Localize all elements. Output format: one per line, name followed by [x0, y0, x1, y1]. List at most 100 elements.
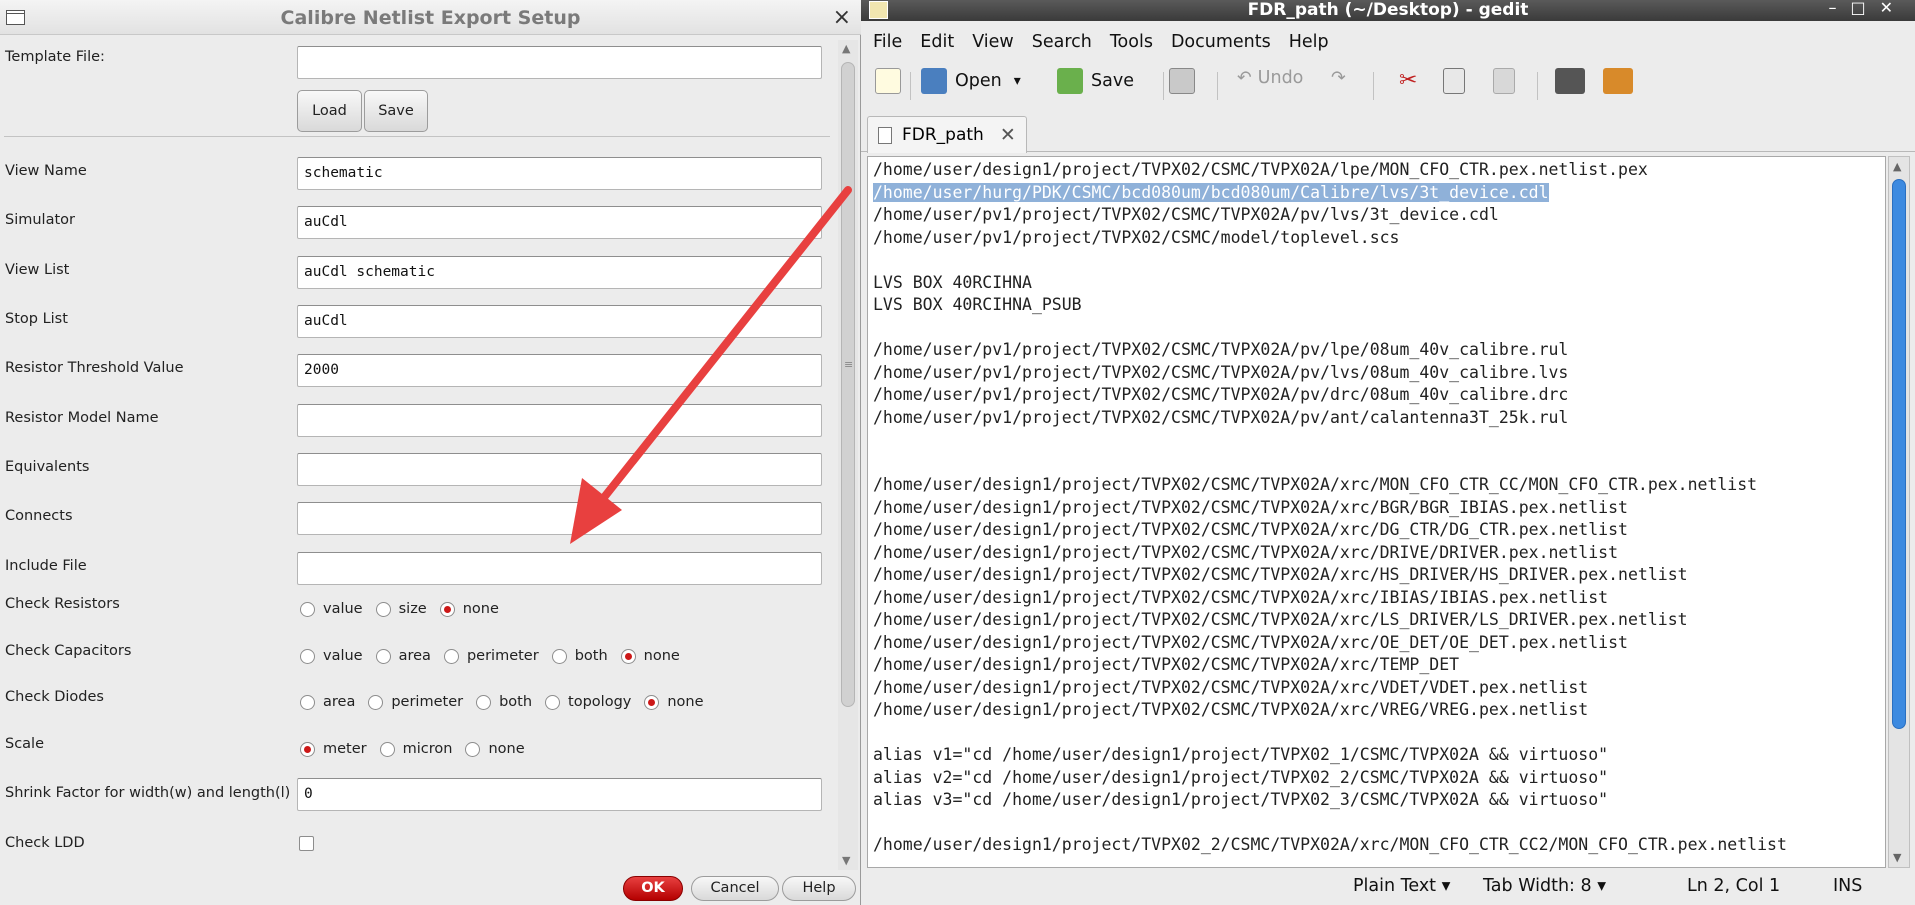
gedit-titlebar[interactable]: FDR_path (~/Desktop) - gedit –□✕: [861, 0, 1915, 21]
radio-button[interactable]: [300, 648, 315, 664]
radio-option[interactable]: meter: [300, 741, 367, 757]
editor-scrollbar[interactable]: ▲ ▼: [1888, 156, 1910, 868]
radio-option[interactable]: none: [465, 741, 525, 757]
paste-button[interactable]: [1493, 68, 1515, 94]
shrink-factor-input[interactable]: 0: [297, 778, 822, 811]
folder-icon: [921, 68, 947, 94]
menu-search[interactable]: Search: [1032, 32, 1092, 52]
radio-option-label: area: [398, 648, 431, 664]
radio-option[interactable]: none: [620, 648, 680, 664]
radio-button[interactable]: [476, 694, 492, 710]
print-button[interactable]: [1169, 68, 1195, 94]
radio-option[interactable]: topology: [545, 694, 631, 710]
radio-button[interactable]: [443, 648, 459, 664]
radio-option[interactable]: value: [300, 648, 363, 664]
field-input[interactable]: auCdl: [297, 206, 822, 239]
menu-edit[interactable]: Edit: [920, 32, 954, 52]
radio-button[interactable]: [300, 694, 315, 710]
close-tab-icon[interactable]: ✕: [1000, 124, 1016, 146]
selected-text[interactable]: /home/user/hurg/PDK/CSMC/bcd080um/bcd080…: [873, 182, 1549, 202]
radio-option[interactable]: none: [644, 694, 704, 710]
help-button[interactable]: Help: [782, 876, 856, 901]
radio-option[interactable]: both: [476, 694, 532, 710]
field-input[interactable]: auCdl schematic: [297, 256, 822, 289]
field-input[interactable]: 2000: [297, 354, 822, 387]
cancel-button[interactable]: Cancel: [691, 876, 779, 901]
chevron-down-icon[interactable]: ▾: [1014, 73, 1021, 89]
radio-option[interactable]: perimeter: [443, 648, 539, 664]
text-editor[interactable]: /home/user/design1/project/TVPX02/CSMC/T…: [867, 156, 1886, 868]
text-line: alias v1="cd /home/user/design1/project/…: [873, 745, 1609, 764]
dialog-titlebar[interactable]: Calibre Netlist Export Setup ×: [0, 0, 861, 35]
radio-option[interactable]: area: [300, 694, 355, 710]
new-document-button[interactable]: [875, 68, 901, 94]
scroll-up-icon[interactable]: ▲: [1893, 160, 1901, 173]
field-input[interactable]: auCdl: [297, 305, 822, 338]
radio-button[interactable]: [439, 601, 455, 617]
check-ldd-checkbox[interactable]: [299, 836, 314, 851]
toolbar-separator: [1373, 72, 1374, 100]
menu-help[interactable]: Help: [1289, 32, 1329, 52]
grip-icon: ≡: [844, 358, 854, 371]
scroll-down-icon[interactable]: ▼: [842, 854, 850, 867]
window-title: FDR_path (~/Desktop) - gedit: [1247, 0, 1529, 20]
radio-option[interactable]: micron: [379, 741, 452, 757]
radio-button[interactable]: [379, 741, 395, 757]
divider: [4, 136, 830, 137]
dialog-scrollbar[interactable]: ▲ ≡ ▼: [838, 40, 858, 870]
radio-button[interactable]: [300, 741, 315, 757]
radio-option[interactable]: none: [439, 601, 499, 617]
radio-option[interactable]: size: [375, 601, 427, 617]
scroll-up-icon[interactable]: ▲: [842, 42, 850, 55]
radio-button[interactable]: [620, 648, 636, 664]
radio-option-label: topology: [568, 694, 632, 710]
tab-fdr-path[interactable]: FDR_path ✕: [867, 116, 1027, 153]
find-button[interactable]: [1555, 68, 1585, 94]
scroll-down-icon[interactable]: ▼: [1893, 851, 1901, 864]
template-file-input[interactable]: [297, 46, 822, 79]
field-input[interactable]: schematic: [297, 157, 822, 190]
radio-button[interactable]: [375, 648, 391, 664]
redo-button[interactable]: ↷: [1331, 68, 1346, 88]
scrollbar-thumb[interactable]: [1892, 179, 1906, 729]
open-button[interactable]: Open ▾: [921, 68, 1021, 94]
menu-documents[interactable]: Documents: [1171, 32, 1271, 52]
radio-option[interactable]: both: [551, 648, 608, 664]
radio-button[interactable]: [644, 694, 660, 710]
radio-button[interactable]: [375, 601, 391, 617]
find-replace-button[interactable]: [1603, 68, 1633, 94]
radio-option-label: none: [488, 741, 525, 757]
ok-button[interactable]: OK: [623, 876, 683, 901]
close-icon[interactable]: ×: [833, 5, 851, 30]
radio-button[interactable]: [300, 601, 315, 617]
toolbar: Open ▾ Save ↶ Undo ↷ ✂: [861, 60, 1915, 112]
radio-button[interactable]: [368, 694, 384, 710]
text-line: alias v2="cd /home/user/design1/project/…: [873, 767, 1609, 787]
load-button[interactable]: Load: [297, 90, 362, 132]
menu-view[interactable]: View: [972, 32, 1014, 52]
field-input[interactable]: [297, 453, 822, 486]
radio-option[interactable]: area: [375, 648, 431, 664]
radio-button[interactable]: [465, 741, 481, 757]
scrollbar-thumb[interactable]: [841, 62, 855, 707]
field-input[interactable]: [297, 552, 822, 585]
radio-option[interactable]: perimeter: [368, 694, 463, 710]
cut-button[interactable]: ✂: [1399, 68, 1417, 93]
field-input[interactable]: [297, 502, 822, 535]
tab-width-selector[interactable]: Tab Width: 8 ▾: [1483, 876, 1606, 896]
text-line: /home/user/design1/project/TVPX02/CSMC/T…: [873, 655, 1460, 674]
undo-button[interactable]: ↶ Undo: [1237, 68, 1303, 88]
save-button[interactable]: Save: [364, 90, 428, 132]
menu-file[interactable]: File: [873, 32, 902, 52]
save-file-button[interactable]: Save: [1057, 68, 1134, 94]
radio-button[interactable]: [545, 694, 561, 710]
menu-tools[interactable]: Tools: [1110, 32, 1153, 52]
window-controls[interactable]: –□✕: [1828, 0, 1907, 17]
language-selector[interactable]: Plain Text ▾: [1353, 876, 1450, 896]
copy-button[interactable]: [1443, 68, 1465, 94]
radio-option-label: none: [667, 694, 704, 710]
radio-button[interactable]: [551, 648, 567, 664]
field-input[interactable]: [297, 404, 822, 437]
radio-option[interactable]: value: [300, 601, 363, 617]
scissors-icon: ✂: [1399, 68, 1418, 93]
